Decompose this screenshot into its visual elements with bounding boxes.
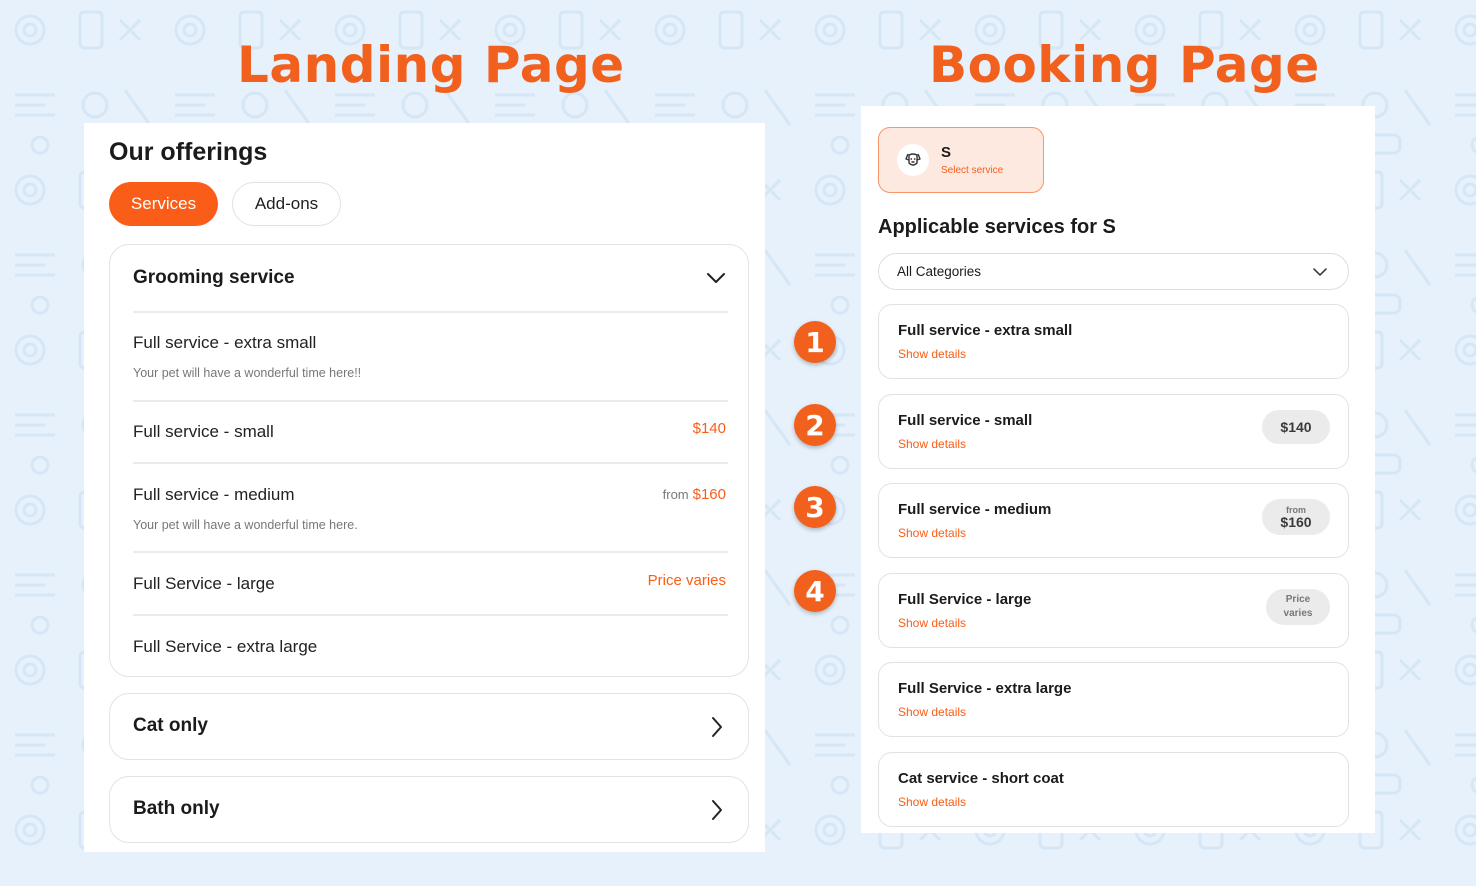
pet-selector-card[interactable]: S Select service [878,127,1044,193]
marker-4: 4 [794,570,836,612]
service-name[interactable]: Full service - small [133,422,274,442]
service-name: Full Service - large [898,591,1032,608]
price-badge: from $160 [1262,499,1330,535]
chevron-right-icon [712,800,722,820]
price-value: $160 [692,486,726,503]
show-details-link[interactable]: Show details [898,437,966,451]
price-varies-line: varies [1283,608,1313,619]
service-card[interactable]: Full service - small Show details $140 [878,394,1349,469]
marker-2: 2 [794,404,836,446]
chevron-right-icon [712,717,722,737]
category-title: Bath only [133,798,220,819]
offerings-title: Our offerings [109,138,268,166]
divider [133,462,728,464]
category-title: Cat only [133,715,208,736]
service-name[interactable]: Full service - extra small [133,333,316,353]
service-card[interactable]: Full Service - extra large Show details [878,662,1349,737]
marker-1: 1 [794,321,836,363]
service-card[interactable]: Full service - extra small Show details [878,304,1349,379]
service-name: Full service - small [898,412,1033,429]
service-price: Price varies [647,572,726,589]
service-name: Full service - extra small [898,322,1073,339]
price-from-label: from [1286,504,1306,515]
service-name: Full service - medium [898,501,1052,518]
chevron-down-icon [1313,268,1327,276]
service-name: Full Service - extra large [898,680,1072,697]
service-name[interactable]: Full Service - large [133,574,275,594]
category-title[interactable]: Grooming service [133,267,295,289]
category-dropdown[interactable]: All Categories [878,253,1349,290]
service-description: Your pet will have a wonderful time here… [133,366,362,380]
landing-panel: Our offerings Services Add-ons Grooming … [84,123,765,852]
divider [133,551,728,553]
service-card[interactable]: Full service - medium Show details from … [878,483,1349,558]
service-description: Your pet will have a wonderful time here… [133,518,358,532]
category-grooming-service: Grooming service Full service - extra sm… [109,244,749,677]
service-price: $140 [692,420,726,437]
tab-add-ons[interactable]: Add-ons [232,182,341,226]
chevron-down-icon[interactable] [706,271,726,285]
category-dropdown-value: All Categories [897,264,982,279]
price-varies-line: Price [1285,594,1311,605]
dog-face-icon [897,144,929,176]
booking-page-heading: Booking Page [929,36,1320,94]
marker-3: 3 [794,486,836,528]
show-details-link[interactable]: Show details [898,705,966,719]
tab-services[interactable]: Services [109,182,218,226]
price-from-label: from [662,487,689,502]
applicable-services-title: Applicable services for S [878,216,1116,238]
price-badge: Price varies [1266,589,1330,625]
pet-name: S [941,144,952,161]
select-service-label: Select service [941,165,1004,176]
divider [133,400,728,402]
booking-panel: S Select service Applicable services for… [861,106,1375,833]
show-details-link[interactable]: Show details [898,795,966,809]
service-name[interactable]: Full service - medium [133,485,295,505]
divider [133,614,728,616]
price-value: $160 [1280,513,1312,530]
service-name: Cat service - short coat [898,770,1064,787]
show-details-link[interactable]: Show details [898,526,966,540]
service-price: from $160 [663,486,726,503]
show-details-link[interactable]: Show details [898,616,966,630]
service-card[interactable]: Cat service - short coat Show details [878,752,1349,827]
service-name[interactable]: Full Service - extra large [133,637,317,657]
category-bath-only[interactable]: Bath only [109,776,749,843]
show-details-link[interactable]: Show details [898,347,966,361]
divider [133,311,728,313]
landing-page-heading: Landing Page [237,36,625,94]
category-cat-only[interactable]: Cat only [109,693,749,760]
price-badge: $140 [1262,410,1330,444]
service-card[interactable]: Full Service - large Show details Price … [878,573,1349,648]
